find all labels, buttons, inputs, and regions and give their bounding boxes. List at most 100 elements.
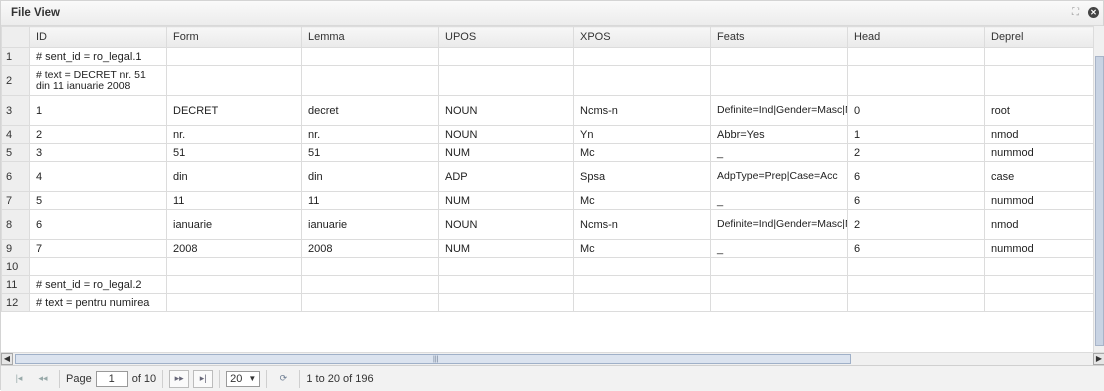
col-header-xpos[interactable]: XPOS	[573, 26, 711, 48]
cell-feats[interactable]: _	[710, 143, 848, 162]
cell-head[interactable]: 1	[847, 125, 985, 144]
cell-id[interactable]	[29, 257, 167, 276]
cell-upos[interactable]: ADP	[438, 161, 574, 192]
cell-upos[interactable]: NOUN	[438, 209, 574, 240]
cell-upos[interactable]: NOUN	[438, 95, 574, 126]
cell-upos[interactable]: NUM	[438, 143, 574, 162]
cell-upos[interactable]: NUM	[438, 191, 574, 210]
col-header-head[interactable]: Head	[847, 26, 985, 48]
cell-lemma[interactable]	[301, 47, 439, 66]
scroll-right-icon[interactable]: ▶	[1093, 353, 1104, 365]
table-row[interactable]: 6 4 din din ADP Spsa AdpType=Prep|Case=Acc 6 cas…	[1, 161, 1093, 192]
cell-feats[interactable]: _	[710, 239, 848, 258]
cell-upos[interactable]	[438, 293, 574, 312]
last-page-icon[interactable]: ▸|	[193, 369, 214, 388]
cell-deprel[interactable]	[984, 65, 1093, 96]
cell-deprel[interactable]: nmod	[984, 209, 1093, 240]
table-row[interactable]: 11 # sent_id = ro_legal.2	[1, 275, 1093, 294]
cell-lemma[interactable]: ianuarie	[301, 209, 439, 240]
cell-head[interactable]: 6	[847, 239, 985, 258]
cell-id[interactable]: 2	[29, 125, 167, 144]
horizontal-scroll-thumb[interactable]: |||	[15, 354, 851, 364]
cell-xpos[interactable]: Ncms-n	[573, 209, 711, 240]
cell-form[interactable]	[166, 65, 302, 96]
cell-form[interactable]: DECRET	[166, 95, 302, 126]
cell-feats[interactable]: Definite=Ind|Gender=Masc|Number=Sing	[710, 95, 848, 126]
cell-id[interactable]: # sent_id = ro_legal.1	[29, 47, 167, 66]
cell-form[interactable]: 51	[166, 143, 302, 162]
cell-upos[interactable]	[438, 257, 574, 276]
cell-xpos[interactable]: Spsa	[573, 161, 711, 192]
cell-head[interactable]: 2	[847, 143, 985, 162]
expand-icon[interactable]: ⛶	[1072, 7, 1082, 18]
cell-xpos[interactable]	[573, 65, 711, 96]
table-row[interactable]: 10	[1, 257, 1093, 276]
table-row[interactable]: 2 # text = DECRET nr. 51 din 11 ianuarie …	[1, 65, 1093, 96]
cell-xpos[interactable]	[573, 275, 711, 294]
cell-upos[interactable]	[438, 275, 574, 294]
cell-form[interactable]: din	[166, 161, 302, 192]
table-row[interactable]: 3 1 DECRET decret NOUN Ncms-n Definite=Ind|Gen…	[1, 95, 1093, 126]
cell-form[interactable]: nr.	[166, 125, 302, 144]
prev-page-icon[interactable]: ◂◂	[33, 370, 53, 388]
cell-feats[interactable]	[710, 47, 848, 66]
table-row[interactable]: 12 # text = pentru numirea	[1, 293, 1093, 312]
cell-form[interactable]: 11	[166, 191, 302, 210]
cell-id[interactable]: 1	[29, 95, 167, 126]
page-size-select[interactable]: 20 ▼	[226, 370, 261, 387]
cell-id[interactable]: 4	[29, 161, 167, 192]
cell-head[interactable]	[847, 257, 985, 276]
cell-xpos[interactable]: Ncms-n	[573, 95, 711, 126]
table-row[interactable]: 7 5 11 11 NUM Mc _ 6 nummod	[1, 191, 1093, 210]
cell-lemma[interactable]	[301, 65, 439, 96]
cell-feats[interactable]	[710, 293, 848, 312]
cell-upos[interactable]: NOUN	[438, 125, 574, 144]
cell-id[interactable]: 7	[29, 239, 167, 258]
col-header-upos[interactable]: UPOS	[438, 26, 574, 48]
table-row[interactable]: 1 # sent_id = ro_legal.1	[1, 47, 1093, 66]
cell-upos[interactable]	[438, 65, 574, 96]
cell-head[interactable]: 0	[847, 95, 985, 126]
cell-form[interactable]	[166, 275, 302, 294]
cell-form[interactable]	[166, 257, 302, 276]
table-row[interactable]: 4 2 nr. nr. NOUN Yn Abbr=Yes 1 nmod	[1, 125, 1093, 144]
cell-xpos[interactable]: Mc	[573, 143, 711, 162]
cell-deprel[interactable]: nummod	[984, 143, 1093, 162]
vertical-scrollbar[interactable]	[1093, 26, 1104, 352]
cell-lemma[interactable]: 51	[301, 143, 439, 162]
table-row[interactable]: 9 7 2008 2008 NUM Mc _ 6 nummod	[1, 239, 1093, 258]
cell-feats[interactable]	[710, 65, 848, 96]
close-icon[interactable]: ✕	[1088, 7, 1099, 18]
cell-xpos[interactable]: Mc	[573, 239, 711, 258]
cell-upos[interactable]: NUM	[438, 239, 574, 258]
cell-lemma[interactable]: 2008	[301, 239, 439, 258]
table-row[interactable]: 8 6 ianuarie ianuarie NOUN Ncms-n Definite=Ind…	[1, 209, 1093, 240]
cell-feats[interactable]: Abbr=Yes	[710, 125, 848, 144]
first-page-icon[interactable]: |◂	[9, 370, 29, 388]
cell-xpos[interactable]	[573, 47, 711, 66]
scroll-left-icon[interactable]: ◀	[1, 353, 13, 365]
cell-id[interactable]: 6	[29, 209, 167, 240]
vertical-scroll-thumb[interactable]	[1095, 56, 1104, 346]
cell-head[interactable]: 6	[847, 191, 985, 210]
cell-feats[interactable]: AdpType=Prep|Case=Acc	[710, 161, 848, 192]
cell-lemma[interactable]: nr.	[301, 125, 439, 144]
cell-feats[interactable]: _	[710, 191, 848, 210]
cell-lemma[interactable]: din	[301, 161, 439, 192]
page-number-input[interactable]: 1	[95, 370, 128, 387]
cell-deprel[interactable]: case	[984, 161, 1093, 192]
cell-deprel[interactable]: nummod	[984, 239, 1093, 258]
cell-lemma[interactable]	[301, 275, 439, 294]
cell-id[interactable]: 5	[29, 191, 167, 210]
cell-deprel[interactable]: nmod	[984, 125, 1093, 144]
cell-form[interactable]: ianuarie	[166, 209, 302, 240]
cell-id[interactable]: # sent_id = ro_legal.2	[29, 275, 167, 294]
cell-lemma[interactable]	[301, 293, 439, 312]
cell-head[interactable]	[847, 275, 985, 294]
cell-form[interactable]: 2008	[166, 239, 302, 258]
cell-feats[interactable]	[710, 257, 848, 276]
next-page-icon[interactable]: ▸▸	[169, 369, 190, 388]
cell-head[interactable]	[847, 47, 985, 66]
cell-head[interactable]: 2	[847, 209, 985, 240]
cell-xpos[interactable]: Mc	[573, 191, 711, 210]
